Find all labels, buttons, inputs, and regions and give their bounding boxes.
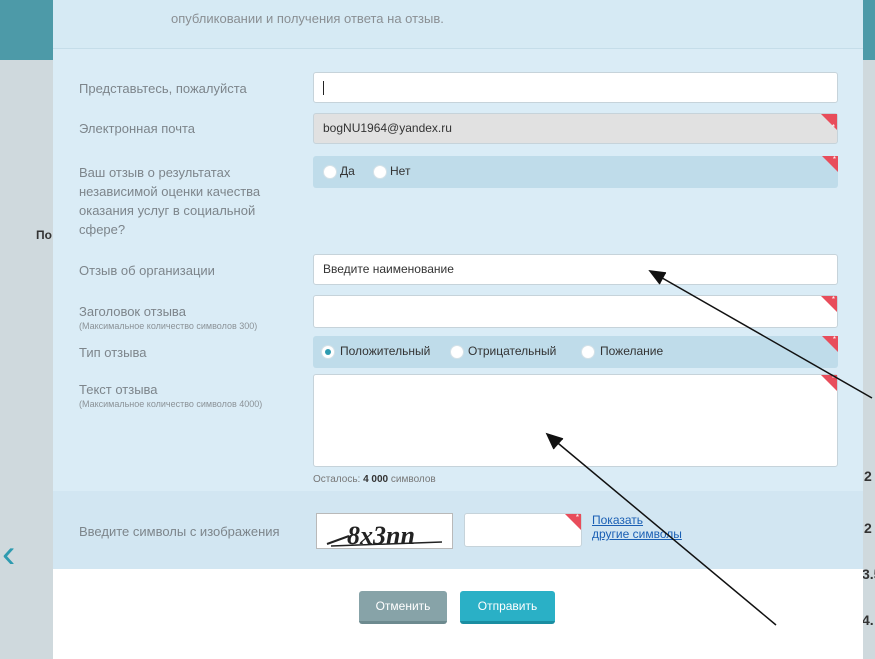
review-text-label: Текст отзыва (Максимальное количество си… xyxy=(79,380,262,409)
name-label: Представьтесь, пожалуйста xyxy=(79,81,247,96)
name-input[interactable] xyxy=(313,72,838,103)
independent-eval-radio-group: Да Нет * xyxy=(313,155,838,188)
radio-wish[interactable] xyxy=(581,345,595,359)
radio-negative[interactable] xyxy=(450,345,464,359)
remaining-value: 4 000 xyxy=(363,474,389,485)
remaining-label: Осталось: xyxy=(313,474,361,485)
organization-placeholder: Введите наименование xyxy=(323,262,454,276)
notice-text: опубликовании и получения ответа на отзы… xyxy=(171,11,444,26)
required-star: * xyxy=(831,295,835,304)
show-other-symbols-line1: Показать xyxy=(592,513,644,527)
review-text-hint: (Максимальное количество символов 4000) xyxy=(79,399,263,409)
radio-positive-label: Положительный xyxy=(340,344,431,358)
radio-wish-label: Пожелание xyxy=(600,344,664,358)
background-text-fragment: 2 xyxy=(864,520,872,536)
carousel-prev-icon[interactable]: ‹ xyxy=(2,534,16,574)
required-star: * xyxy=(831,123,835,132)
email-input[interactable]: bogNU1964@yandex.ru * xyxy=(313,113,838,144)
email-label: Электронная почта xyxy=(79,121,196,136)
radio-positive[interactable] xyxy=(321,345,335,359)
remaining-characters: Осталось: 4 000 символов xyxy=(313,474,436,485)
text-caret xyxy=(323,81,324,95)
modal-notice-area: опубликовании и получения ответа на отзы… xyxy=(53,0,863,48)
captcha-label: Введите символы с изображения xyxy=(79,524,280,539)
captcha-image-graphic: 8x3nn xyxy=(326,521,443,550)
email-value: bogNU1964@yandex.ru xyxy=(323,121,452,135)
captcha-image: 8x3nn xyxy=(316,513,453,550)
review-title-label: Заголовок отзыва (Максимальное количеств… xyxy=(79,302,257,331)
review-text-label-text: Текст отзыва xyxy=(79,382,158,397)
background-text-fragment: 3.5 xyxy=(862,566,875,582)
required-star: * xyxy=(831,374,835,383)
independent-eval-label: Ваш отзыв о результатах независимой оцен… xyxy=(79,165,261,237)
background-text-fragment: 2 xyxy=(864,468,872,484)
review-title-label-text: Заголовок отзыва xyxy=(79,304,186,319)
review-modal: опубликовании и получения ответа на отзы… xyxy=(53,0,863,659)
organization-input[interactable]: Введите наименование xyxy=(313,254,838,285)
review-text-textarea[interactable]: * xyxy=(313,374,838,467)
show-other-symbols-link[interactable]: Показать другие символы xyxy=(592,513,682,541)
show-other-symbols-line2: другие символы xyxy=(592,527,682,541)
review-type-label: Тип отзыва xyxy=(79,345,147,360)
organization-label: Отзыв об организации xyxy=(79,263,215,278)
send-button[interactable]: Отправить xyxy=(460,591,555,624)
radio-no-label: Нет xyxy=(390,164,411,178)
remaining-unit: символов xyxy=(390,474,436,485)
required-star: * xyxy=(575,513,579,522)
review-title-input[interactable]: * xyxy=(313,295,838,328)
cancel-button[interactable]: Отменить xyxy=(359,591,447,624)
radio-yes[interactable] xyxy=(323,165,337,179)
review-type-radio-group: Положительный Отрицательный Пожелание * xyxy=(313,335,838,368)
background-page-right xyxy=(863,0,875,659)
radio-yes-label: Да xyxy=(340,164,355,178)
required-star: * xyxy=(832,335,836,344)
radio-no[interactable] xyxy=(373,165,387,179)
background-text-fragment: 4. xyxy=(862,612,874,628)
captcha-input[interactable]: * xyxy=(464,513,582,547)
review-title-hint: (Максимальное количество символов 300) xyxy=(79,321,258,331)
modal-footer xyxy=(53,569,863,659)
background-text-fragment: По xyxy=(36,228,52,242)
radio-negative-label: Отрицательный xyxy=(468,344,557,358)
required-star: * xyxy=(832,155,836,164)
